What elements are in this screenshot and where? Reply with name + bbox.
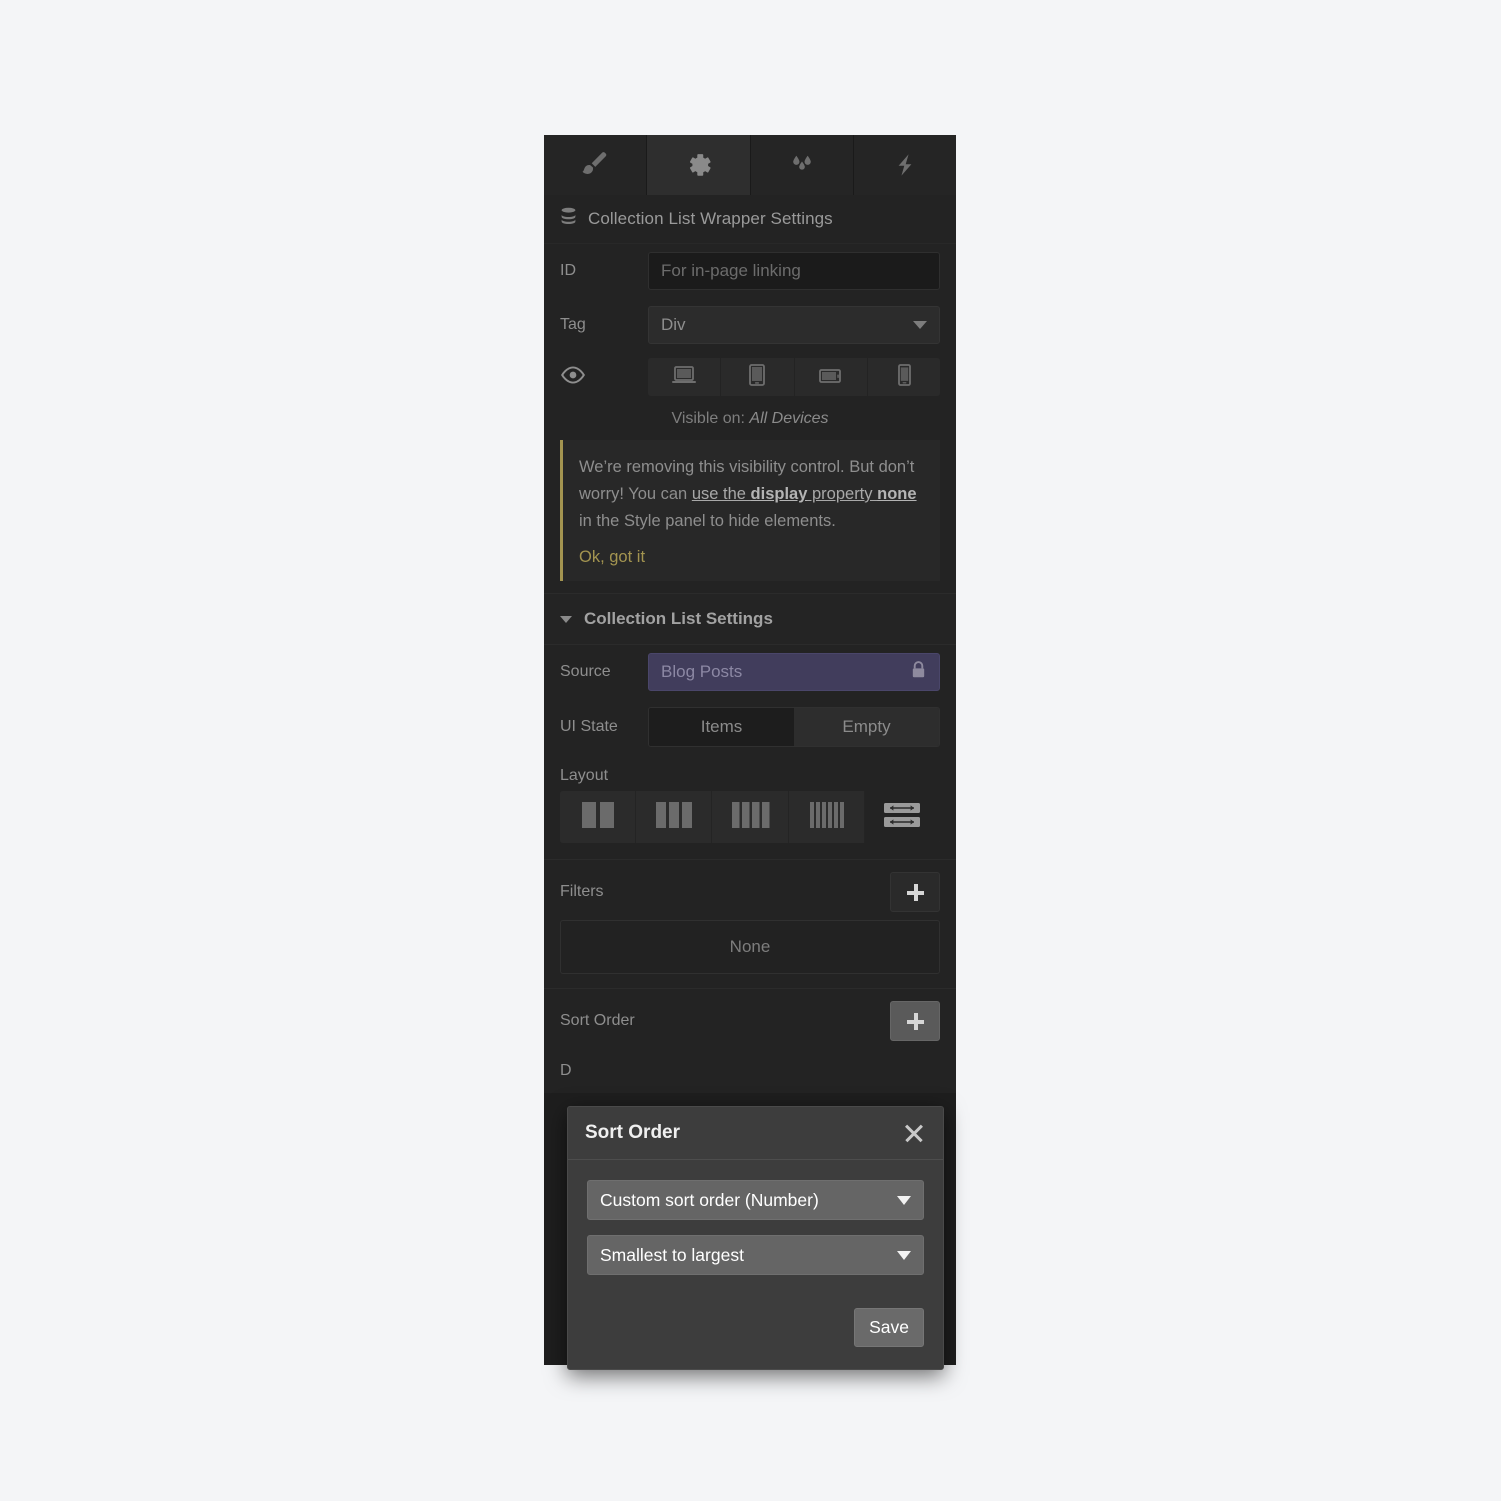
triangle-down-icon — [560, 615, 572, 623]
collection-list-settings-header[interactable]: Collection List Settings — [544, 593, 956, 645]
tablet-portrait-icon — [744, 363, 770, 392]
visibility-row — [544, 352, 956, 396]
visible-on-value: All Devices — [749, 410, 829, 427]
close-icon[interactable] — [902, 1121, 926, 1145]
gear-icon — [681, 148, 715, 182]
tag-select[interactable]: Div — [648, 306, 940, 344]
sort-order-modal-title: Sort Order — [585, 1122, 681, 1143]
layout-label: Layout — [560, 767, 609, 784]
notice-text: We’re removing this visibility control. … — [579, 454, 924, 535]
sort-direction-select[interactable]: Smallest to largest — [587, 1235, 924, 1275]
sort-field-value: Custom sort order (Number) — [600, 1189, 819, 1210]
visible-on-status: Visible on: All Devices — [544, 396, 956, 440]
source-select[interactable]: Blog Posts — [648, 653, 940, 691]
sort-order-modal-body: Custom sort order (Number) Smallest to l… — [568, 1160, 943, 1304]
ui-state-segmented: Items Empty — [648, 707, 940, 747]
sort-order-label: Sort Order — [560, 1012, 635, 1029]
id-label: ID — [560, 262, 576, 279]
lightning-bolt-icon — [888, 148, 922, 182]
device-tablet-landscape[interactable] — [794, 358, 868, 396]
filters-label: Filters — [560, 883, 604, 900]
screen: Collection List Wrapper Settings ID For … — [0, 0, 1501, 1501]
settings-tab[interactable] — [647, 135, 751, 195]
device-tablet[interactable] — [721, 358, 795, 396]
page-title: Collection List Wrapper Settings — [588, 209, 833, 228]
dismiss-notice-link[interactable]: Ok, got it — [579, 548, 645, 567]
mobile-icon — [894, 363, 914, 392]
sort-order-obscured-text: D — [560, 1062, 572, 1079]
notice-bold-none: none — [877, 485, 917, 503]
tag-value: Div — [661, 315, 686, 334]
three-column-icon — [650, 798, 698, 837]
sort-order-obscured-row: D — [544, 1049, 956, 1093]
notice-bold-display: display — [750, 485, 808, 503]
filters-empty-state: None — [560, 920, 940, 974]
database-stack-icon — [560, 207, 577, 231]
source-row: Source Blog Posts — [544, 645, 956, 699]
add-filter-button[interactable] — [890, 872, 940, 912]
ui-state-label: UI State — [560, 718, 618, 735]
laptop-icon — [669, 363, 699, 392]
sort-order-modal-footer: Save — [568, 1304, 943, 1369]
notice-link[interactable]: use the display property none — [692, 485, 917, 503]
id-row: ID For in-page linking — [544, 244, 956, 298]
layout-4-col[interactable] — [712, 791, 789, 843]
sort-direction-value: Smallest to largest — [600, 1244, 744, 1265]
fluid-rows-icon — [878, 798, 926, 837]
device-mobile[interactable] — [867, 358, 940, 396]
device-visibility-group — [648, 358, 940, 396]
tablet-landscape-icon — [817, 364, 845, 391]
source-value: Blog Posts — [661, 662, 743, 681]
paintbrush-icon — [578, 148, 612, 182]
add-sort-order-button[interactable] — [890, 1001, 940, 1041]
sort-order-header: Sort Order — [544, 989, 956, 1049]
notice-line1: We’re removing this visibility control. — [579, 458, 845, 476]
id-input[interactable]: For in-page linking — [648, 252, 940, 290]
visibility-deprecation-notice: We’re removing this visibility control. … — [560, 440, 940, 581]
ui-state-items[interactable]: Items — [649, 708, 794, 746]
notice-link-mid: property — [807, 485, 878, 503]
chevron-down-icon — [897, 1195, 911, 1205]
save-button[interactable]: Save — [854, 1308, 924, 1347]
layout-group — [560, 791, 940, 843]
ui-state-row: UI State Items Empty — [544, 699, 956, 755]
four-column-icon — [726, 798, 774, 837]
chevron-down-icon — [897, 1250, 911, 1260]
notice-line3-post: in the Style panel to hide elements. — [579, 512, 836, 530]
panel-body: ID For in-page linking Tag Div Visible o… — [544, 244, 956, 1093]
chevron-down-icon — [913, 321, 927, 329]
layout-3-col[interactable] — [636, 791, 713, 843]
layout-fluid[interactable] — [864, 791, 940, 843]
assets-tab[interactable] — [750, 135, 854, 195]
sort-order-modal-header: Sort Order — [568, 1107, 943, 1160]
collection-list-settings-title: Collection List Settings — [584, 609, 773, 628]
notice-link-part1: use the — [691, 485, 751, 503]
sort-order-modal: Sort Order Custom sort order (Number) Sm… — [567, 1106, 944, 1370]
six-column-icon — [802, 798, 850, 837]
source-label: Source — [560, 663, 611, 680]
layout-2-col[interactable] — [560, 791, 637, 843]
panel-section-header: Collection List Wrapper Settings — [544, 195, 956, 244]
plus-icon — [906, 883, 924, 901]
interactions-tab[interactable] — [853, 135, 956, 195]
water-drops-icon — [785, 148, 819, 182]
visible-on-prefix: Visible on: — [671, 410, 745, 427]
panel-tabbar — [544, 135, 956, 195]
layout-6-col[interactable] — [788, 791, 865, 843]
tag-label: Tag — [560, 316, 586, 333]
eye-icon[interactable] — [560, 365, 586, 389]
two-column-icon — [574, 798, 622, 837]
ui-state-empty[interactable]: Empty — [794, 708, 939, 746]
style-tab[interactable] — [544, 135, 648, 195]
tag-row: Tag Div — [544, 298, 956, 352]
plus-icon — [906, 1012, 924, 1030]
sort-field-select[interactable]: Custom sort order (Number) — [587, 1180, 924, 1220]
lock-icon — [910, 660, 927, 685]
device-desktop[interactable] — [648, 358, 722, 396]
filters-header: Filters — [544, 860, 956, 920]
